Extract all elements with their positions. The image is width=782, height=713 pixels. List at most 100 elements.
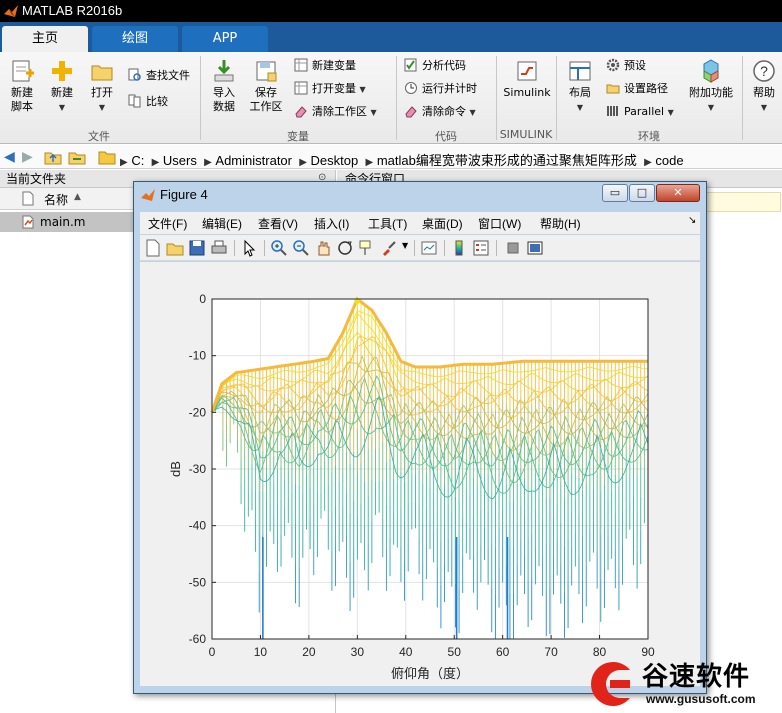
hide-plot-tools-icon[interactable] [504,239,522,257]
simulink-button[interactable]: Simulink [502,58,552,100]
column-name-header[interactable]: 名称 [44,191,68,208]
figure-toolbar: ▼ [140,235,700,261]
compare-button[interactable]: 比较 [128,94,168,110]
zoom-out-icon[interactable] [292,239,310,257]
x-tick-label: 60 [496,645,510,659]
close-button[interactable]: ✕ [656,184,700,202]
figure-title: Figure 4 [160,187,208,202]
menu-view[interactable]: 查看(V) [258,215,298,232]
menu-window[interactable]: 窗口(W) [478,215,521,232]
toolbar-separator [264,240,265,256]
show-plot-tools-icon[interactable] [526,239,544,257]
run-and-time-button[interactable]: 运行并计时 [404,81,477,97]
y-tick-label: -10 [189,349,207,363]
find-files-button[interactable]: 查找文件 [128,68,190,84]
ribbon-separator [742,56,743,140]
up-folder-icon[interactable] [44,148,62,166]
menu-file[interactable]: 文件(F) [148,215,187,232]
browse-folder-icon[interactable] [68,148,86,166]
gususoft-logo-icon [591,662,630,706]
pan-hand-icon[interactable] [314,239,332,257]
maximize-button[interactable]: □ [629,184,655,202]
menu-tools[interactable]: 工具(T) [368,215,407,232]
x-tick-label: 20 [302,645,316,659]
menu-edit[interactable]: 编辑(E) [202,215,242,232]
pointer-icon[interactable] [240,239,258,257]
layout-icon [569,61,591,81]
brush-icon[interactable] [380,239,398,257]
y-tick-label: -20 [189,405,207,419]
dock-arrow-icon[interactable]: ↘ [688,215,696,226]
y-tick-label: -30 [189,462,207,476]
figure-window[interactable]: Figure 4 ▭ □ ✕ 文件(F) 编辑(E) 查看(V) 插入(I) 工… [133,181,707,694]
open-variable-button[interactable]: 打开变量 ▼ [294,81,366,98]
figure-menu-bar: 文件(F) 编辑(E) 查看(V) 插入(I) 工具(T) 桌面(D) 窗口(W… [140,212,700,234]
watermark-brand: 谷速软件 [642,662,751,692]
y-tick-label: -60 [189,632,207,646]
import-data-button[interactable]: 导入 数据 [206,58,242,114]
clear-commands-button[interactable]: 清除命令 ▼ [404,104,476,121]
open-file-icon[interactable] [166,239,184,257]
parallel-button[interactable]: Parallel ▼ [606,104,674,121]
tab-plots[interactable]: 绘图 [92,26,178,52]
brush-dropdown-icon[interactable]: ▼ [402,241,408,250]
new-script-button[interactable]: 新建 脚本 [4,58,40,114]
new-button[interactable]: 新建 ▼ [46,58,78,115]
clear-commands-label: 清除命令 [422,105,466,118]
rotate-3d-icon[interactable] [336,239,354,257]
breadcrumb-item[interactable]: Users [163,153,197,168]
print-icon[interactable] [210,239,228,257]
menu-insert[interactable]: 插入(I) [314,215,349,232]
link-plot-icon[interactable] [420,239,438,257]
sort-ascending-icon[interactable]: ▲ [74,192,81,202]
minimize-button[interactable]: ▭ [602,184,628,202]
breadcrumb-item[interactable]: Desktop [311,153,359,168]
save-workspace-button[interactable]: 保存 工作区 [246,58,286,114]
layout-button[interactable]: 布局 ▼ [562,58,598,115]
breadcrumb-item[interactable]: matlab编程宽带波束形成的通过聚焦矩阵形成 [377,153,637,168]
layout-label: 布局 [569,86,591,99]
clear-workspace-button[interactable]: 清除工作区 ▼ [294,104,377,121]
forward-arrow-icon[interactable]: ▶ [22,149,33,165]
gear-icon [606,58,620,72]
back-arrow-icon[interactable]: ◀ [4,149,15,165]
analyze-code-button[interactable]: 分析代码 [404,58,466,74]
new-figure-icon[interactable] [144,239,162,257]
address-bar: ◀ ▶ ▶ C: ▶ Users ▶ Administrator ▶ Deskt… [0,145,782,169]
help-label: 帮助 [753,86,775,99]
open-button[interactable]: 打开 ▼ [86,58,118,115]
tab-home[interactable]: 主页 [2,26,88,52]
breadcrumb-item[interactable]: code [655,153,683,168]
legend-icon[interactable] [472,239,490,257]
breadcrumb-item[interactable]: Administrator [215,153,292,168]
plus-icon [52,61,72,81]
new-variable-button[interactable]: 新建变量 [294,58,356,74]
import-icon [214,60,234,82]
menu-help[interactable]: 帮助(H) [540,215,581,232]
ribbon-tabs: 主页 绘图 APP [0,22,782,52]
folder-open-icon [91,65,113,81]
compare-label: 比较 [146,95,168,108]
zoom-in-icon[interactable] [270,239,288,257]
group-label-variable: 变量 [287,130,309,143]
help-button[interactable]: ? 帮助 ▼ [748,58,780,115]
new-variable-label: 新建变量 [312,59,356,72]
import-data-label-2: 数据 [213,100,235,113]
plot-area[interactable]: 0 10 20 30 40 50 60 70 80 900-10-20-30-40-50-60俯仰… [140,262,700,686]
preferences-label: 预设 [624,59,646,72]
set-path-button[interactable]: 设置路径 [606,81,668,97]
tab-apps[interactable]: APP [182,26,268,52]
open-label: 打开 [91,86,113,99]
save-icon[interactable] [188,239,206,257]
analyze-code-icon [404,58,417,72]
addons-button[interactable]: 附加功能 ▼ [686,58,736,115]
find-files-icon [128,68,141,81]
preferences-button[interactable]: 预设 [606,58,646,74]
menu-desktop[interactable]: 桌面(D) [422,215,463,232]
data-cursor-icon[interactable] [358,239,376,257]
find-files-label: 查找文件 [146,69,190,82]
run-and-time-icon [405,82,417,94]
breadcrumb-item[interactable]: C: [131,153,144,168]
colorbar-icon[interactable] [450,239,468,257]
compare-icon [128,94,141,108]
